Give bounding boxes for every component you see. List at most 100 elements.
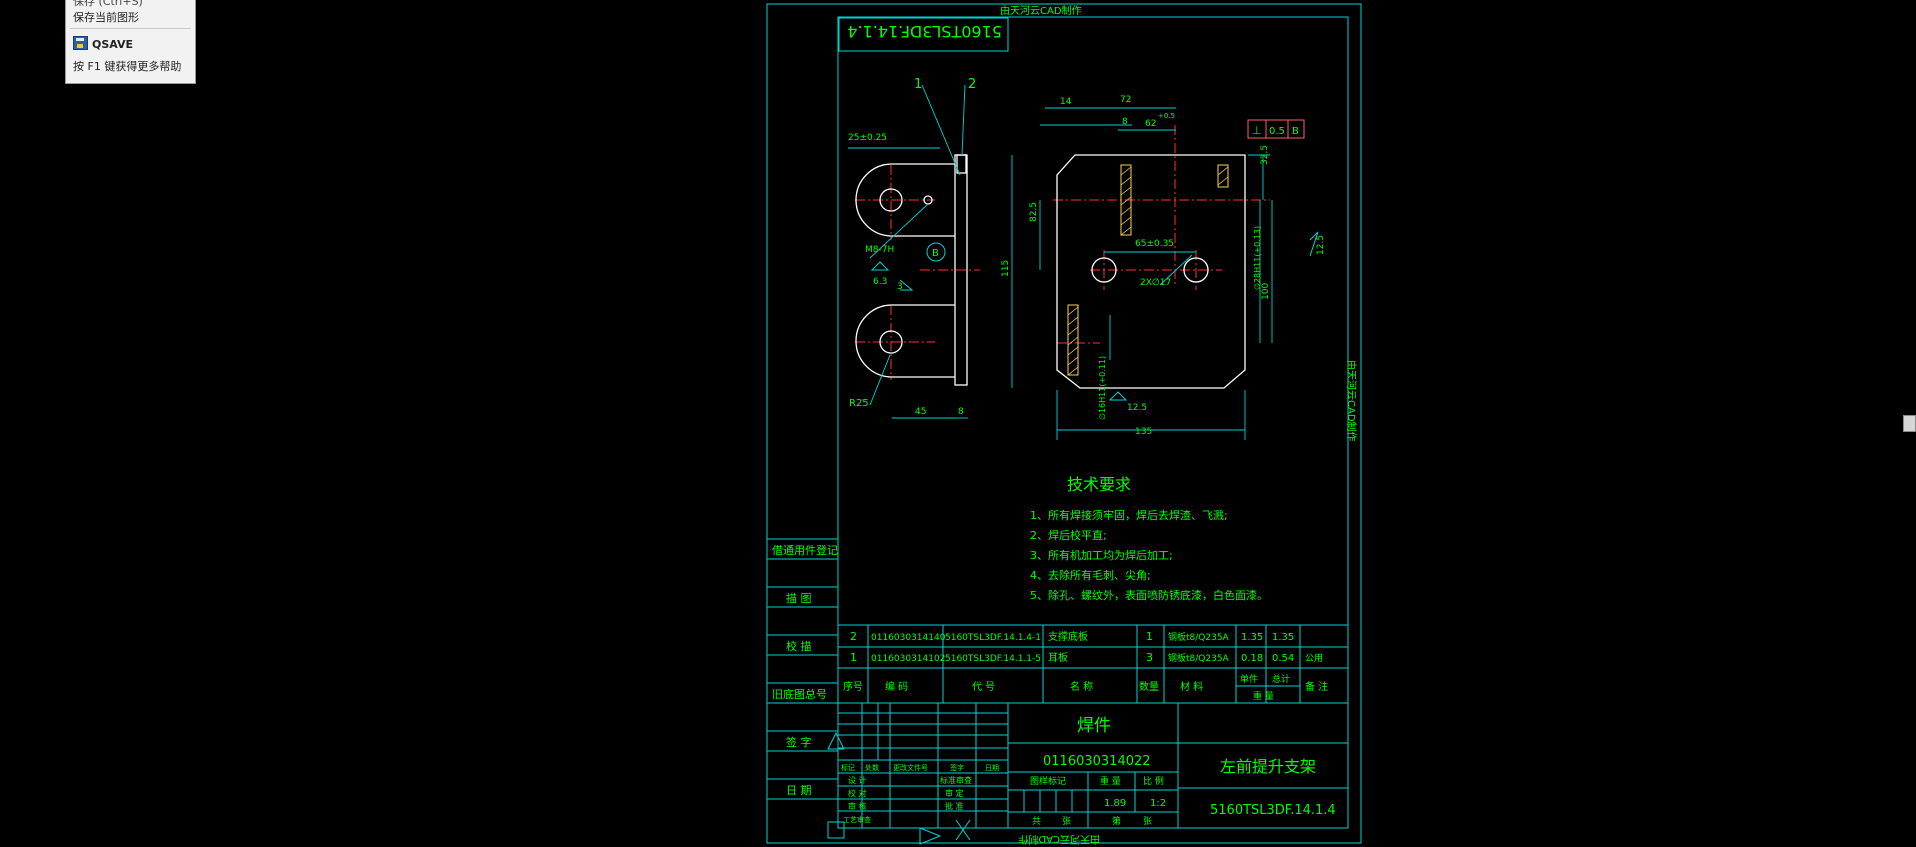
bom-r2-c7: 0.18: [1241, 653, 1263, 664]
bom-r1-c5: 1: [1146, 630, 1153, 643]
bom-r2-c3: 5160TSL3DF.14.1.1-5: [945, 654, 1041, 664]
gdt-value: 0.5: [1269, 126, 1285, 137]
side-label-4: 旧底图总号: [772, 687, 827, 701]
role-review: 审 核: [848, 801, 867, 811]
title-part-name: 左前提升支架: [1220, 757, 1316, 776]
dim-d4: 8: [1122, 117, 1128, 127]
centerlines: [855, 125, 1270, 380]
bom-r2-c4: 耳板: [1048, 651, 1068, 664]
title-weight-label: 重 量: [1100, 775, 1121, 787]
role-standard: 标准审查: [940, 775, 972, 785]
bom-r2-c6: 钢板t8/Q235A: [1168, 652, 1230, 664]
tech-item-2: 2、焊后校平直;: [1030, 528, 1107, 542]
roughness-2: 12.5: [1316, 235, 1326, 255]
bom-r2-c8: 0.54: [1272, 653, 1294, 664]
bom-r2-c9: 公用: [1305, 653, 1323, 664]
cad-drawing-canvas[interactable]: 由天河云CAD制作 由天河云CAD制作 由天河云CAD制作 5160TSL3DF…: [0, 0, 1916, 847]
roughness-3: 12.5: [1127, 403, 1147, 413]
dim-d8: 115: [1001, 260, 1011, 277]
dim-d9: 65±0.35: [1135, 239, 1174, 249]
bom-r1-c8: 1.35: [1272, 632, 1294, 643]
bom-r2-c5: 3: [1146, 651, 1153, 664]
dim-d2: 14: [1060, 97, 1072, 107]
title-sheet-unit1: 张: [1062, 816, 1071, 827]
dim-d12: 100: [1261, 283, 1271, 300]
corner-mark: [827, 821, 845, 839]
datum-b: B: [932, 248, 939, 259]
bom-r2-c1: 1: [850, 651, 857, 664]
bom-r1-c7: 1.35: [1241, 632, 1263, 643]
dim-d6: 32.5: [1260, 145, 1270, 165]
ear-plate-lower: [855, 304, 955, 378]
dim-d15: 45: [915, 407, 926, 417]
bom-r1-c6: 钢板t8/Q235A: [1168, 631, 1230, 643]
balloon-2: 2: [968, 77, 976, 92]
roughness-symbol-3: [1108, 391, 1128, 401]
dim-d5: 62: [1145, 119, 1156, 129]
side-label-5: 签 字: [786, 735, 812, 749]
bom-r1-c1: 2: [850, 630, 857, 643]
side-label-3: 校 描: [786, 639, 812, 653]
dim-d11: ∅28H11(+0.13): [1253, 226, 1262, 290]
bom-h9: 备 注: [1305, 680, 1328, 693]
rev-label-4: 签字: [950, 763, 964, 772]
bom-r2-c2: 0116030314102: [871, 654, 945, 664]
rev-label-3: 更改文件号: [893, 763, 928, 772]
role-process: 工艺审查: [843, 815, 871, 824]
roughness-1: 6.3: [873, 277, 887, 287]
tech-item-1: 1、所有焊接须牢固，焊后去焊渣、飞溅;: [1030, 508, 1228, 522]
tech-item-3: 3、所有机加工均为焊后加工;: [1030, 548, 1173, 562]
bom-h8: 总计: [1272, 673, 1290, 685]
side-label-2: 描 图: [786, 591, 812, 605]
watermark-top: 由天河云CAD制作: [1000, 4, 1082, 17]
watermark-bottom: 由天河云CAD制作: [1018, 833, 1100, 846]
part-geometry: [855, 154, 1246, 389]
balloon-1: 1: [914, 77, 922, 92]
dim-d13: ∅16H11(+0.11): [1098, 356, 1107, 420]
thread-callout: M8-7H: [865, 245, 894, 255]
title-sheet-unit2: 张: [1143, 816, 1152, 827]
watermark-right: 由天河云CAD制作: [1345, 360, 1358, 442]
dim-d10: 2X∅17: [1140, 278, 1171, 288]
base-plate-front: [1056, 154, 1246, 389]
title-type: 焊件: [1077, 716, 1111, 736]
side-panel: [766, 538, 839, 800]
title-scale-label: 比 例: [1143, 775, 1164, 787]
side-label-1: 借通用件登记: [772, 543, 838, 557]
dim-d3: 72: [1120, 95, 1131, 105]
gdt-datum: B: [1292, 126, 1299, 137]
bom-h5: 数量: [1139, 680, 1159, 693]
dim-d1: 25±0.25: [848, 133, 887, 143]
dimension-lines: [848, 84, 1273, 440]
dim-d16: 8: [958, 407, 964, 417]
bom-h4: 名 称: [1070, 680, 1093, 693]
tech-item-5: 5、除孔、螺纹外，表面喷防锈底漆，白色面漆。: [1030, 588, 1268, 602]
title-code: 0116030314022: [1043, 754, 1151, 769]
dim-d14: 135: [1135, 427, 1152, 437]
rev-label-1: 标记: [841, 763, 855, 772]
role-check: 校 对: [848, 788, 867, 798]
sheet-inner-frame: [837, 16, 1349, 829]
bom-h7: 单件: [1240, 673, 1258, 685]
gdt-symbol: ⊥: [1252, 124, 1262, 137]
bom-h2: 编 码: [885, 680, 908, 693]
tech-item-4: 4、去除所有毛刺、尖角;: [1030, 568, 1151, 582]
tech-title: 技术要求: [1067, 475, 1131, 494]
title-weight-value: 1.89: [1104, 798, 1126, 809]
bom-weight-label: 重 量: [1253, 690, 1274, 702]
drawing-code-rotated: 5160TSL3DF.14.1.4: [847, 22, 1002, 41]
role-approve-def: 审 定: [945, 788, 964, 798]
title-stage-label: 图样标记: [1030, 775, 1066, 787]
title-sheet-total: 共: [1032, 816, 1041, 827]
dim-d5-tol: +0.5: [1158, 112, 1175, 120]
bom-r1-c4: 支撑底板: [1048, 630, 1088, 643]
radius-callout: R25: [849, 398, 869, 409]
bom-h3: 代 号: [972, 681, 995, 693]
projection-symbol: [919, 827, 942, 845]
gdt-frame: ⊥ 0.5 B: [1247, 119, 1305, 139]
role-design: 设 计: [848, 775, 867, 785]
title-drawing-no: 5160TSL3DF.14.1.4: [1210, 803, 1336, 818]
role-ratify: 批 准: [945, 801, 964, 811]
title-scale-value: 1:2: [1150, 798, 1166, 809]
bom-r1-c3: 5160TSL3DF.14.1.4-1: [945, 633, 1041, 643]
